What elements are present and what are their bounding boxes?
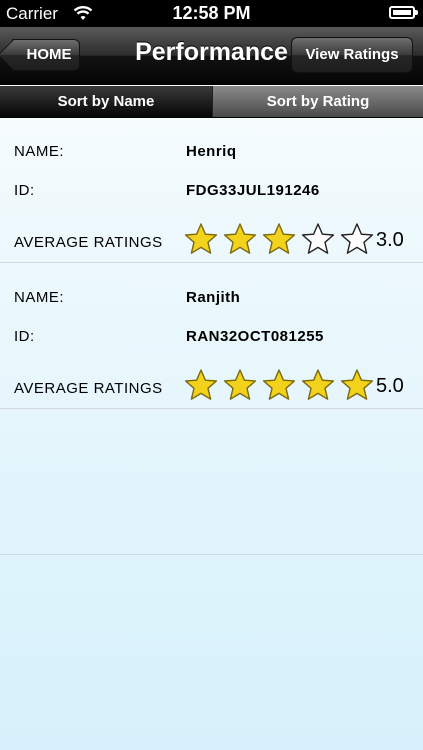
rating-stars bbox=[184, 222, 379, 256]
battery-icon bbox=[389, 6, 418, 19]
name-label: NAME: bbox=[14, 143, 65, 160]
view-ratings-button[interactable]: View Ratings bbox=[291, 37, 413, 73]
id-label: ID: bbox=[14, 328, 35, 345]
star-filled-icon bbox=[301, 369, 335, 400]
name-label: NAME: bbox=[14, 289, 65, 306]
rating-stars bbox=[184, 368, 379, 402]
star-filled-icon bbox=[184, 369, 218, 400]
rating-value: 5.0 bbox=[376, 375, 404, 397]
average-ratings-label: AVERAGE RATINGS bbox=[14, 380, 163, 397]
segment-sort-by-rating[interactable]: Sort by Rating bbox=[212, 86, 423, 117]
star-filled-icon bbox=[262, 369, 296, 400]
star-filled-icon bbox=[184, 223, 218, 254]
performance-list: NAME: Henriq ID: FDG33JUL191246 AVERAGE … bbox=[0, 117, 423, 555]
star-filled-icon bbox=[223, 223, 257, 254]
id-value: FDG33JUL191246 bbox=[186, 182, 320, 199]
name-value: Henriq bbox=[186, 143, 237, 160]
segment-sort-by-name[interactable]: Sort by Name bbox=[0, 86, 212, 117]
name-value: Ranjith bbox=[186, 289, 241, 306]
status-time: 12:58 PM bbox=[172, 3, 251, 23]
empty-list-row bbox=[0, 409, 423, 555]
star-filled-icon bbox=[340, 369, 374, 400]
sort-segmented-control: Sort by Name Sort by Rating bbox=[0, 85, 423, 118]
star-filled-icon bbox=[223, 369, 257, 400]
star-empty-icon bbox=[340, 223, 374, 254]
list-item[interactable]: NAME: Henriq ID: FDG33JUL191246 AVERAGE … bbox=[0, 117, 423, 263]
average-ratings-label: AVERAGE RATINGS bbox=[14, 234, 163, 251]
star-empty-icon bbox=[301, 223, 335, 254]
id-value: RAN32OCT081255 bbox=[186, 328, 324, 345]
rating-value: 3.0 bbox=[376, 229, 404, 251]
navigation-bar: HOME Performance View Ratings bbox=[0, 27, 423, 85]
list-item[interactable]: NAME: Ranjith ID: RAN32OCT081255 AVERAGE… bbox=[0, 263, 423, 409]
id-label: ID: bbox=[14, 182, 35, 199]
star-filled-icon bbox=[262, 223, 296, 254]
status-bar: Carrier 12:58 PM bbox=[0, 0, 423, 27]
